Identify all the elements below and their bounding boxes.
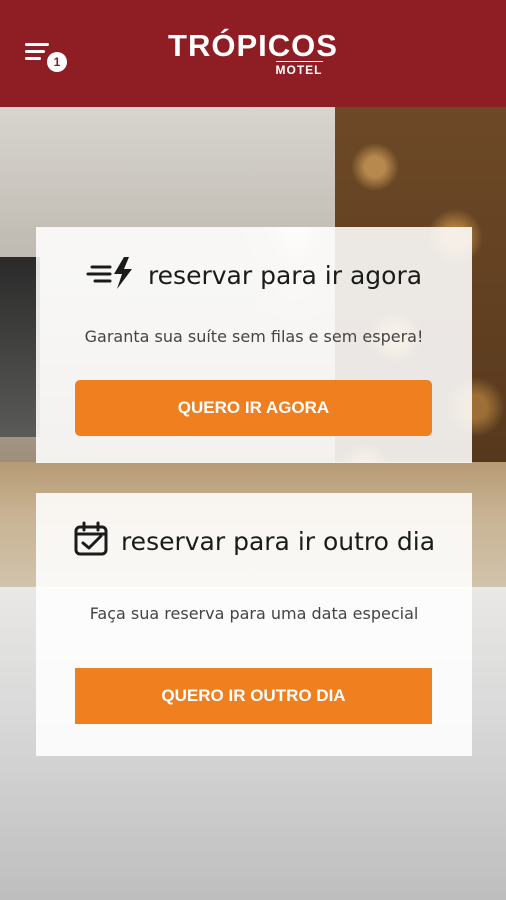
fast-lightning-icon <box>86 255 136 296</box>
card-title: reservar para ir agora <box>147 260 423 290</box>
top-bar: 1 TRÓPICOS MOTEL <box>0 0 506 107</box>
card-subtitle: Garanta sua suíte sem filas e sem espera… <box>84 327 424 346</box>
brand-logo: TRÓPICOS MOTEL <box>0 30 506 79</box>
go-now-button[interactable]: QUERO IR AGORA <box>75 380 432 436</box>
brand-name: TRÓPICOS <box>168 28 338 63</box>
card-title: reservar para ir outro dia <box>120 526 436 556</box>
go-other-day-button[interactable]: QUERO IR OUTRO DIA <box>75 668 432 724</box>
card-subtitle: Faça sua reserva para uma data especial <box>89 604 419 623</box>
brand-sub: MOTEL <box>275 61 323 77</box>
reserve-now-card: reservar para ir agora Garanta sua suíte… <box>36 227 472 463</box>
calendar-check-icon <box>73 521 109 562</box>
reserve-other-day-card: reservar para ir outro dia Faça sua rese… <box>36 493 472 756</box>
